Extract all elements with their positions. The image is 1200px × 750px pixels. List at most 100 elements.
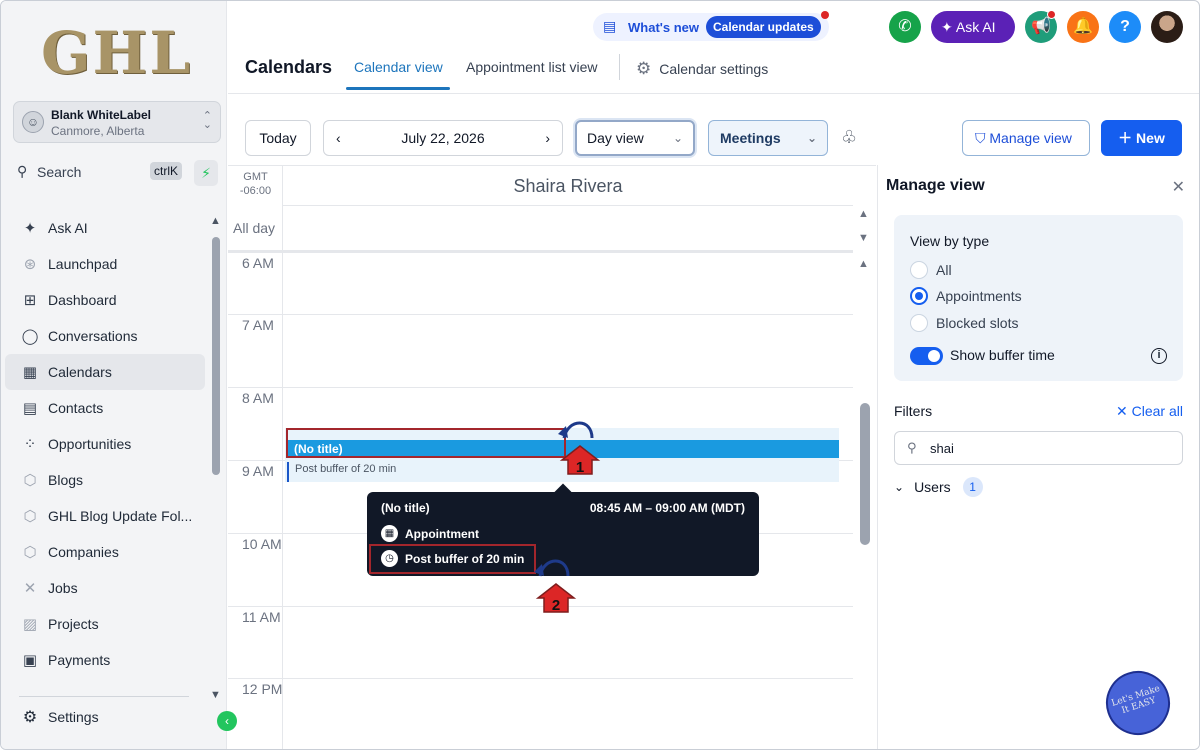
chevron-updown-icon: ⌃ ⌄: [202, 110, 212, 131]
person-column-header: Shaira Rivera: [283, 166, 853, 206]
sidebar-item-jobs[interactable]: ✕ Jobs: [5, 570, 205, 606]
payments-icon: ▣: [22, 652, 38, 669]
rocket-icon: ⊛: [23, 256, 37, 273]
calendar-grid: GMT -06:00 Shaira Rivera All day 6 AM 7 A…: [228, 165, 876, 749]
tab-calendar-settings[interactable]: ⚙ Calendar settings: [636, 59, 768, 79]
timezone-label: GMT -06:00: [228, 170, 283, 198]
search-shortcut: ctrlK: [150, 162, 182, 180]
event-buffer-label: Post buffer of 20 min: [287, 462, 396, 482]
sidebar-item-settings[interactable]: ⚙ Settings: [20, 707, 99, 727]
hour-row[interactable]: 7 AM: [228, 314, 853, 387]
ask-ai-button[interactable]: ✦ Ask AI: [931, 11, 1015, 43]
sidebar-item-label: Blogs: [48, 472, 84, 488]
sidebar-item-label: Payments: [48, 652, 111, 668]
calendar-filter-select[interactable]: Meetings ⌄: [708, 120, 828, 156]
users-filter-group[interactable]: ⌄ Users 1: [894, 477, 983, 497]
timezone-line2: -06:00: [239, 185, 272, 197]
manage-view-button[interactable]: ⛉ Manage view: [962, 120, 1090, 156]
phone-icon[interactable]: ✆: [889, 11, 921, 43]
panel-title: Manage view: [886, 177, 985, 194]
radio-circle-selected[interactable]: [910, 287, 928, 305]
highlight-box-1: [286, 428, 566, 458]
hour-row[interactable]: 12 PM: [228, 678, 853, 749]
search-icon: ⚲: [907, 440, 917, 455]
sidebar-item-payments[interactable]: ▣ Payments: [5, 642, 205, 678]
scroll-up-icon[interactable]: ▲: [858, 258, 869, 270]
account-avatar-icon: ☺: [22, 111, 44, 133]
date-navigator: July 22, 2026 ‹ ›: [323, 120, 563, 156]
tab-calendar-view[interactable]: Calendar view: [354, 59, 443, 75]
hour-row[interactable]: 11 AM: [228, 606, 853, 679]
today-button[interactable]: Today: [245, 120, 311, 156]
view-select-value: Day view: [587, 130, 644, 146]
filter-icon: ⛉: [975, 130, 990, 146]
sidebar-item-label: Ask AI: [48, 220, 88, 236]
calendar-icon: ▦: [381, 525, 398, 542]
logo[interactable]: GHL: [41, 19, 192, 87]
whats-new-banner[interactable]: ▤ What's new Calendar updates: [593, 11, 829, 41]
sidebar-item-projects[interactable]: ▨ Projects: [5, 606, 205, 642]
sidebar-item-label: Projects: [48, 616, 99, 632]
account-switcher[interactable]: ☺ Blank WhiteLabel Canmore, Alberta ⌃ ⌄: [13, 101, 221, 143]
new-label: New: [1136, 130, 1165, 146]
scroll-up-icon[interactable]: ▲: [210, 215, 221, 227]
sidebar-scroll-thumb[interactable]: [212, 237, 220, 475]
sidebar-scrollbar[interactable]: ▲ ▼: [210, 215, 222, 705]
chevron-left-icon[interactable]: ‹: [336, 121, 341, 155]
sidebar-item-opportunities[interactable]: ⁘ Opportunities: [5, 426, 205, 462]
close-icon[interactable]: ✕: [1172, 177, 1185, 197]
calendar-scroll-thumb[interactable]: [860, 403, 870, 545]
calendar-updates-pill[interactable]: Calendar updates: [706, 16, 821, 38]
sidebar-item-ask-ai[interactable]: ✦ Ask AI: [5, 210, 205, 246]
scroll-up-icon[interactable]: ▲: [858, 208, 869, 220]
filters-heading: Filters: [894, 403, 933, 419]
sidebar-item-contacts[interactable]: ▤ Contacts: [5, 390, 205, 426]
lightbulb-icon[interactable]: ♧: [841, 127, 857, 148]
hour-label: 9 AM: [242, 463, 274, 479]
tab-appointment-list-view[interactable]: Appointment list view: [466, 59, 598, 75]
sidebar-item-label: Contacts: [48, 400, 104, 416]
quick-action-bolt-icon[interactable]: ⚡: [194, 160, 218, 186]
help-icon[interactable]: ?: [1109, 11, 1141, 43]
radio-all[interactable]: All: [910, 261, 952, 279]
sidebar-item-ghl-blog-update[interactable]: ⬡ GHL Blog Update Fol...: [5, 498, 205, 534]
radio-blocked-slots[interactable]: Blocked slots: [910, 314, 1018, 332]
hour-label: 10 AM: [242, 536, 282, 552]
user-avatar[interactable]: [1151, 11, 1183, 43]
building-icon: ⬡: [23, 544, 37, 561]
sidebar-item-companies[interactable]: ⬡ Companies: [5, 534, 205, 570]
sidebar-item-launchpad[interactable]: ⊛ Launchpad: [5, 246, 205, 282]
scroll-down-icon[interactable]: ▼: [210, 689, 221, 701]
filter-search-input[interactable]: ⚲ shai: [894, 431, 1183, 465]
view-select[interactable]: Day view ⌄: [575, 120, 695, 156]
sidebar-item-conversations[interactable]: ◯ Conversations: [5, 318, 205, 354]
sidebar-item-label: Launchpad: [48, 256, 118, 272]
show-buffer-toggle[interactable]: [910, 347, 943, 365]
chevron-right-icon[interactable]: ›: [545, 121, 550, 155]
sidebar-item-blogs[interactable]: ⬡ Blogs: [5, 462, 205, 498]
clear-all-link[interactable]: ✕ Clear all: [1116, 403, 1183, 420]
timezone-line1: GMT: [243, 171, 268, 183]
info-icon[interactable]: i: [1151, 348, 1167, 364]
scroll-down-icon[interactable]: ▼: [858, 232, 869, 244]
view-by-type-heading: View by type: [910, 233, 990, 249]
folder-icon: ⬡: [23, 508, 37, 525]
view-by-type-card: View by type All Appointments Blocked sl…: [894, 215, 1183, 381]
tools-icon: ✕: [23, 580, 37, 597]
collapse-sidebar-button[interactable]: ‹: [217, 711, 237, 731]
sidebar-nav: ✦ Ask AI ⊛ Launchpad ⊞ Dashboard ◯ Conversat…: [5, 210, 205, 678]
sidebar-item-label: Dashboard: [48, 292, 117, 308]
radio-circle[interactable]: [910, 314, 928, 332]
radio-appointments[interactable]: Appointments: [910, 287, 1022, 305]
sidebar-item-dashboard[interactable]: ⊞ Dashboard: [5, 282, 205, 318]
calendar-filter-value: Meetings: [720, 130, 781, 146]
filter-search-value: shai: [930, 441, 954, 456]
sparkle-icon: ✦: [941, 19, 956, 35]
sidebar-search[interactable]: ⚲ Search ctrlK: [13, 160, 188, 186]
current-date: July 22, 2026: [401, 130, 485, 146]
radio-circle[interactable]: [910, 261, 928, 279]
bell-icon[interactable]: 🔔: [1067, 11, 1099, 43]
new-button[interactable]: ＋ New: [1101, 120, 1182, 156]
calendar-scrollbar[interactable]: ▲ ▼ ▲: [858, 208, 872, 748]
sidebar-item-calendars[interactable]: ▦ Calendars: [5, 354, 205, 390]
